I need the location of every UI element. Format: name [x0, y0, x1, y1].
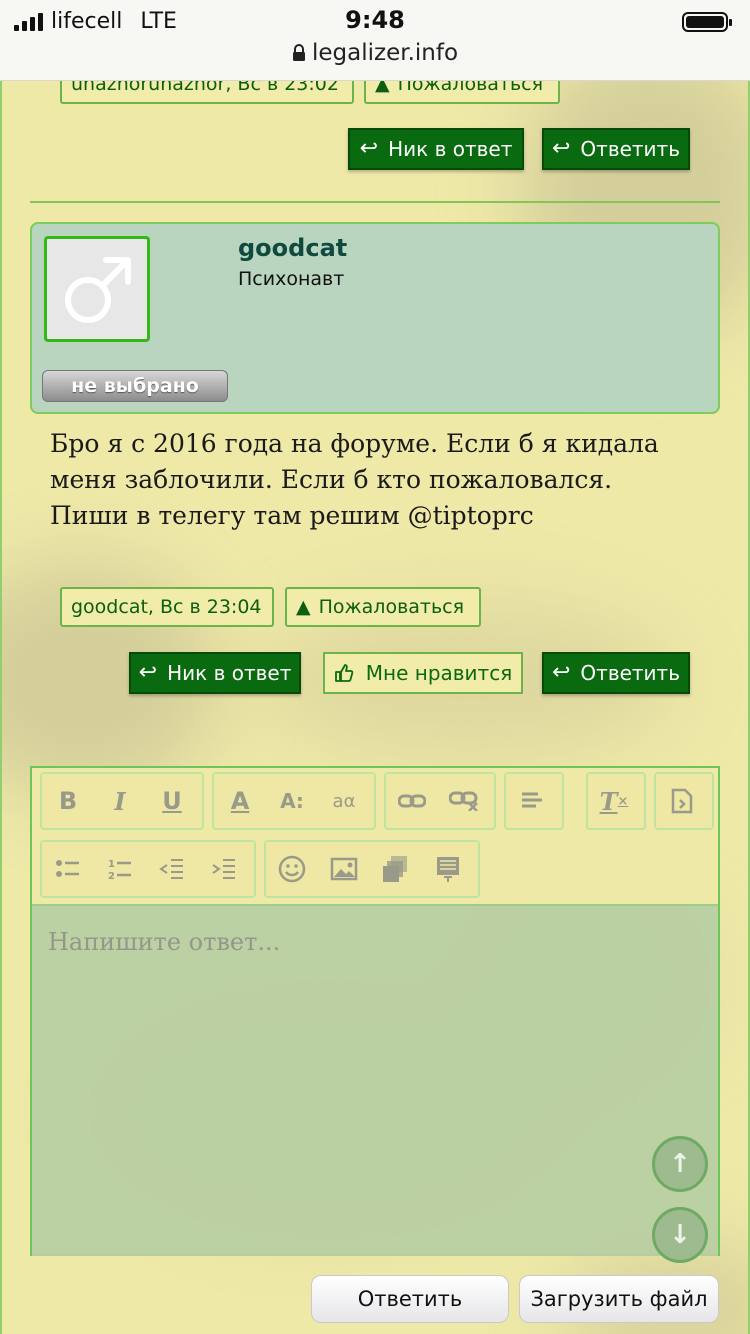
post-message-line: Пиши в телегу там решим @tiptoprc	[50, 501, 534, 530]
prev-post-nick-reply-button[interactable]: ↩ Ник в ответ	[348, 128, 524, 170]
address-bar[interactable]: legalizer.info	[0, 40, 750, 68]
post-user-box: goodcat Психонавт не выбрано	[30, 222, 720, 414]
svg-text:1: 1	[108, 859, 115, 870]
battery-icon	[682, 12, 732, 32]
font-group: A A: aα	[212, 772, 376, 830]
source-icon[interactable]	[656, 774, 708, 828]
lock-icon	[292, 42, 306, 68]
clock: 9:48	[345, 6, 405, 34]
post-reply-label: Ответить	[580, 661, 680, 685]
prev-post-reply-button[interactable]: ↩ Ответить	[542, 128, 690, 170]
scroll-down-button[interactable]: ↓	[652, 1207, 708, 1263]
warning-icon: ▲	[296, 596, 311, 618]
post-user-rank: Психонавт	[238, 268, 345, 290]
underline-icon[interactable]: U	[146, 774, 198, 828]
format-group: B I U	[40, 772, 204, 830]
spoiler-icon[interactable]	[422, 842, 474, 896]
gallery-icon[interactable]	[370, 842, 422, 896]
source-group	[654, 772, 714, 830]
post-message-line: Бро я с 2016 года на форуме. Если б я ки…	[50, 429, 659, 458]
post-nick-reply-button[interactable]: ↩ Ник в ответ	[129, 652, 301, 694]
submit-reply-label: Ответить	[357, 1287, 463, 1311]
clear-format-icon[interactable]: T ×	[588, 774, 640, 828]
reply-arrow-icon: ↩	[551, 660, 571, 685]
align-left-icon[interactable]	[506, 774, 558, 828]
avatar[interactable]	[44, 236, 150, 342]
prev-post-reply-label: Ответить	[580, 137, 680, 161]
post-author-text: goodcat, Вс в 23:04	[71, 596, 262, 618]
font-family-icon[interactable]: aα	[318, 774, 370, 828]
indent-icon[interactable]	[198, 842, 250, 896]
editor-toolbar: B I U A A: aα T × 1 2	[32, 768, 718, 904]
svg-text:2: 2	[108, 871, 115, 881]
post-report-label: Пожаловаться	[318, 596, 465, 618]
arrow-down-icon: ↓	[669, 1220, 691, 1250]
post-like-button[interactable]: Мне нравится	[323, 652, 523, 694]
smiley-icon[interactable]	[266, 842, 318, 896]
reply-arrow-icon: ↩	[359, 136, 379, 161]
link-group	[384, 772, 496, 830]
reply-arrow-icon: ↩	[551, 136, 571, 161]
reply-textarea[interactable]: Напишите ответ...	[32, 904, 718, 1256]
scroll-up-button[interactable]: ↑	[652, 1136, 708, 1192]
bold-icon[interactable]: B	[42, 774, 94, 828]
submit-reply-button[interactable]: Ответить	[311, 1275, 509, 1323]
male-symbol-icon	[65, 257, 131, 323]
upload-file-label: Загрузить файл	[530, 1287, 708, 1311]
upload-file-button[interactable]: Загрузить файл	[519, 1275, 719, 1323]
gender-badge: не выбрано	[42, 370, 228, 402]
post-message: Бро я с 2016 года на форуме. Если б я ки…	[50, 426, 710, 534]
post-author-meta[interactable]: goodcat, Вс в 23:04	[60, 587, 274, 627]
list-group: 12	[40, 840, 256, 898]
post-reply-button[interactable]: ↩ Ответить	[542, 652, 690, 694]
reply-arrow-icon: ↩	[138, 660, 158, 685]
post-message-line: меня заблочили. Если б кто пожаловался.	[50, 465, 613, 494]
post-report-button[interactable]: ▲ Пожаловаться	[285, 587, 481, 627]
post-like-label: Мне нравится	[365, 661, 513, 685]
clear-format-group: T ×	[586, 772, 646, 830]
insert-group	[264, 840, 480, 898]
bullet-list-icon[interactable]	[42, 842, 94, 896]
align-group	[504, 772, 564, 830]
page: unaznorunaznor, Вс в 23:02 ▲ Пожаловаться…	[0, 0, 750, 1334]
post-divider	[30, 201, 720, 203]
link-icon[interactable]	[386, 774, 438, 828]
reply-placeholder: Напишите ответ...	[48, 928, 281, 956]
url-text: legalizer.info	[311, 40, 459, 66]
image-icon[interactable]	[318, 842, 370, 896]
status-bar: lifecell LTE 9:48 legalizer.info	[0, 0, 750, 81]
post-username[interactable]: goodcat	[238, 234, 347, 262]
post-nick-reply-label: Ник в ответ	[167, 661, 292, 685]
text-color-icon[interactable]: A	[214, 774, 266, 828]
prev-post-nick-reply-label: Ник в ответ	[388, 137, 513, 161]
numbered-list-icon[interactable]: 12	[94, 842, 146, 896]
outdent-icon[interactable]	[146, 842, 198, 896]
font-size-icon[interactable]: A:	[266, 774, 318, 828]
thumbs-up-icon	[334, 664, 354, 682]
arrow-up-icon: ↑	[669, 1149, 691, 1179]
unlink-icon[interactable]	[438, 774, 490, 828]
italic-icon[interactable]: I	[94, 774, 146, 828]
reply-editor: B I U A A: aα T × 1 2 Напишите ответ...	[30, 766, 720, 1256]
